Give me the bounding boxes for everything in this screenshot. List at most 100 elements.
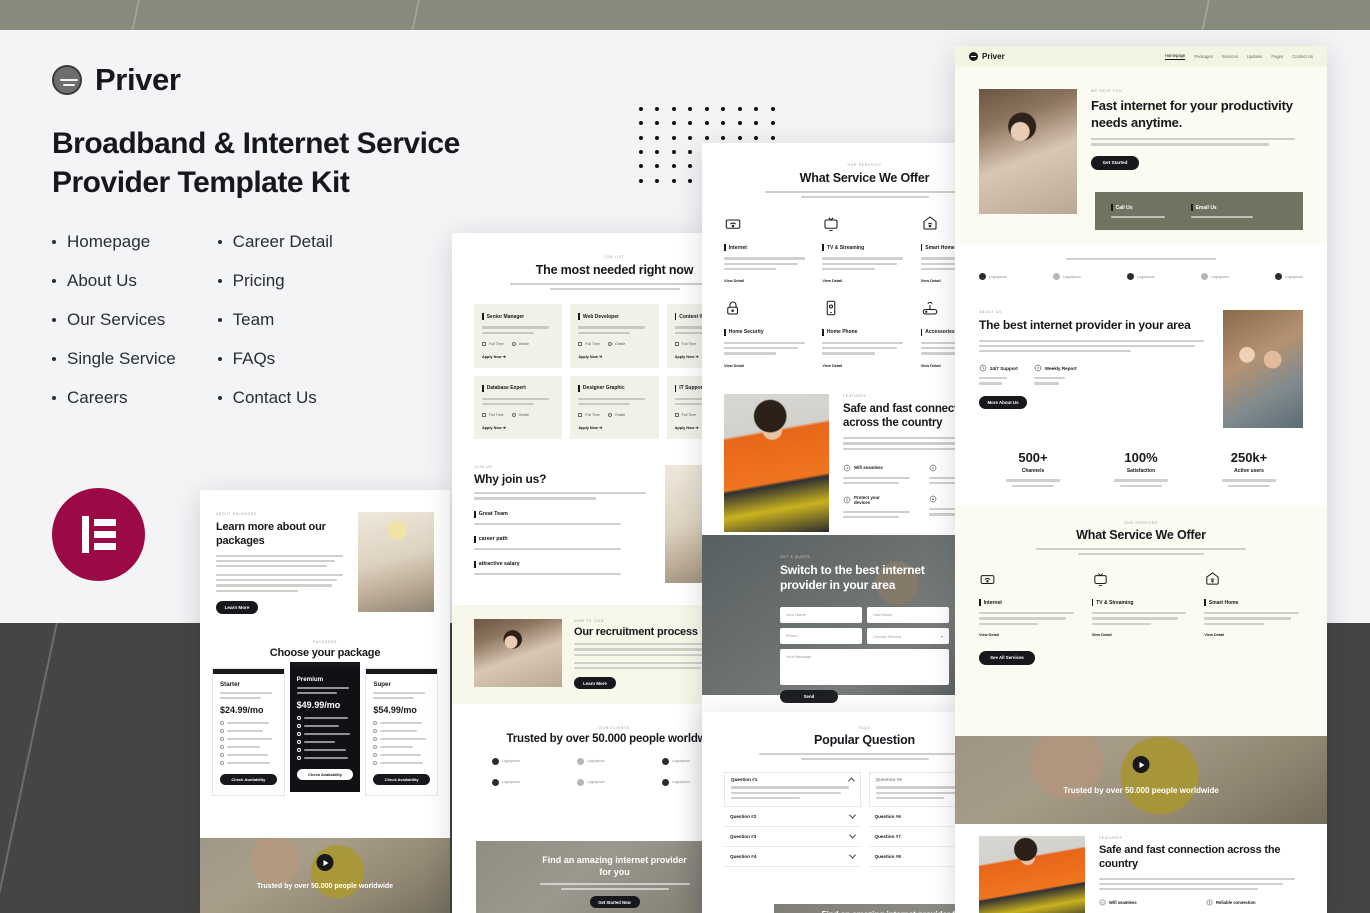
view-detail-link[interactable]: View Detail bbox=[724, 279, 808, 283]
nav-menu[interactable]: Homepage Packages Services Updates Pages… bbox=[1165, 53, 1313, 60]
apply-link[interactable]: Apply Now bbox=[578, 426, 598, 430]
more-about-us-button[interactable]: More About Us bbox=[979, 396, 1027, 409]
contact-label: Call Us bbox=[1116, 205, 1133, 211]
faq-item[interactable]: Question #2 bbox=[724, 807, 861, 827]
section-title: Choose your package bbox=[200, 647, 450, 659]
phone-input[interactable]: Phone bbox=[780, 628, 862, 644]
view-detail-link[interactable]: View Detail bbox=[724, 364, 808, 368]
body-copy bbox=[216, 555, 348, 568]
faq-question: Question #6 bbox=[875, 814, 901, 819]
apply-link[interactable]: Apply Now bbox=[675, 426, 695, 430]
bullet-icon bbox=[218, 357, 222, 361]
get-started-button[interactable]: Get Started bbox=[1091, 156, 1139, 170]
benefit-title: attractive salary bbox=[479, 561, 520, 567]
check-circle-icon bbox=[843, 464, 851, 472]
hero-title: Fast internet for your productivity need… bbox=[1091, 98, 1303, 131]
send-button[interactable]: Send bbox=[780, 690, 838, 703]
service-card[interactable]: Internet View Detail bbox=[979, 570, 1078, 637]
view-detail-link[interactable]: View Detail bbox=[822, 364, 906, 368]
apply-link[interactable]: Apply Now bbox=[482, 426, 502, 430]
video-section[interactable]: Trusted by over 50.000 people worldwide bbox=[955, 736, 1327, 824]
view-detail-link[interactable]: View Detail bbox=[1092, 633, 1191, 637]
eyebrow: GET A QUOTE bbox=[780, 555, 949, 559]
client-logo: Logoipsum bbox=[492, 779, 567, 786]
faq-item[interactable]: Question #4 bbox=[724, 847, 861, 867]
get-started-now-button[interactable]: Get Started Now bbox=[590, 896, 640, 908]
nav-item-packages[interactable]: Packages bbox=[1194, 54, 1212, 59]
hero-contact-strip: Call Us Email Us bbox=[1095, 192, 1303, 230]
poster-canvas: Priver Broadband & Internet Service Prov… bbox=[0, 0, 1370, 913]
chevron-down-icon[interactable] bbox=[848, 851, 855, 858]
nav-item-homepage[interactable]: Homepage bbox=[1165, 53, 1186, 60]
list-item: Our Services bbox=[52, 310, 176, 330]
bullet-icon bbox=[52, 279, 56, 283]
learn-more-button[interactable]: Learn More bbox=[574, 677, 616, 689]
template-page-list: Homepage About Us Our Services Single Se… bbox=[52, 232, 522, 408]
site-logo[interactable]: Priver bbox=[969, 52, 1005, 61]
pricing-card-premium[interactable]: Premium $49.99/mo Check Availability bbox=[290, 662, 361, 792]
chevron-down-icon[interactable] bbox=[848, 811, 855, 818]
support-icon bbox=[979, 364, 987, 372]
check-availability-button[interactable]: Check Availability bbox=[297, 769, 354, 780]
view-detail-link[interactable]: View Detail bbox=[1204, 633, 1303, 637]
job-type: Full Time bbox=[585, 342, 600, 346]
chevron-down-icon[interactable] bbox=[848, 831, 855, 838]
service-name: Internet bbox=[729, 245, 747, 251]
recruitment-photo bbox=[474, 619, 562, 687]
site-navbar[interactable]: Priver Homepage Packages Services Update… bbox=[955, 46, 1327, 67]
nav-item-services[interactable]: Services bbox=[1222, 54, 1238, 59]
list-item: Pricing bbox=[218, 271, 333, 291]
pricing-card-super[interactable]: Super $54.99/mo Check Availability bbox=[365, 668, 438, 796]
nav-item-updates[interactable]: Updates bbox=[1247, 54, 1263, 59]
learn-more-button[interactable]: Learn More bbox=[216, 601, 258, 614]
service-select[interactable]: Choose Service▾ bbox=[867, 628, 949, 644]
router-icon bbox=[921, 299, 939, 317]
service-card[interactable]: TV & Streaming View Detail bbox=[822, 214, 906, 283]
job-card[interactable]: Web Developer Full Time Onsite Apply Now… bbox=[570, 304, 658, 367]
bullet-icon bbox=[218, 318, 222, 322]
service-name: TV & Streaming bbox=[1096, 600, 1133, 606]
check-availability-button[interactable]: Check Availability bbox=[373, 774, 430, 785]
bullet-icon bbox=[52, 357, 56, 361]
view-detail-link[interactable]: View Detail bbox=[822, 279, 906, 283]
nav-item-pages[interactable]: Pages bbox=[1271, 54, 1283, 59]
service-card[interactable]: Smart Home View Detail bbox=[1204, 570, 1303, 637]
logoipsum-icon bbox=[1053, 273, 1060, 280]
first-name-input[interactable]: Your Name bbox=[780, 607, 862, 623]
wifi-router-icon bbox=[724, 214, 742, 232]
faq-item[interactable]: Question #3 bbox=[724, 827, 861, 847]
list-item: Single Service bbox=[52, 349, 176, 369]
mockup-pricing-page[interactable]: ABOUT PACKAGES Learn more about our pack… bbox=[200, 490, 450, 913]
eyebrow: FEATURES bbox=[1099, 836, 1303, 840]
features-photo bbox=[979, 836, 1085, 913]
client-logo: Logoipsum bbox=[1201, 273, 1229, 280]
apply-link[interactable]: Apply Now bbox=[675, 355, 695, 359]
video-section[interactable]: Trusted by over 50.000 people worldwide bbox=[200, 838, 450, 913]
last-name-input[interactable]: Last Name bbox=[867, 607, 949, 623]
mockup-homepage[interactable]: Priver Homepage Packages Services Update… bbox=[955, 46, 1327, 913]
chevron-up-icon[interactable] bbox=[847, 778, 854, 785]
service-card[interactable]: Home Security View Detail bbox=[724, 299, 808, 368]
logoipsum-icon bbox=[1127, 273, 1134, 280]
play-icon[interactable] bbox=[317, 854, 334, 871]
feature-name: Wifi seamless bbox=[1109, 900, 1137, 905]
view-detail-link[interactable]: View Detail bbox=[979, 633, 1078, 637]
list-item: Team bbox=[218, 310, 333, 330]
job-mode: Onsite bbox=[615, 342, 625, 346]
wifi-check-icon bbox=[1099, 899, 1106, 906]
see-all-services-button[interactable]: See All Services bbox=[979, 651, 1035, 665]
service-card[interactable]: Home Phone View Detail bbox=[822, 299, 906, 368]
faq-question: Question #7 bbox=[875, 834, 901, 839]
check-availability-button[interactable]: Check Availability bbox=[220, 774, 277, 785]
message-textarea[interactable]: Your Message bbox=[780, 649, 949, 685]
service-card[interactable]: TV & Streaming View Detail bbox=[1092, 570, 1191, 637]
service-card[interactable]: Internet View Detail bbox=[724, 214, 808, 283]
eyebrow: WE HELP YOU bbox=[1091, 89, 1303, 93]
faq-item[interactable]: Question #1 bbox=[724, 772, 861, 807]
apply-link[interactable]: Apply Now bbox=[578, 355, 598, 359]
nav-item-contact-us[interactable]: Contact Us bbox=[1292, 54, 1313, 59]
faq-question: Question #1 bbox=[731, 777, 757, 782]
pricing-card-starter[interactable]: Starter $24.99/mo Check Availability bbox=[212, 668, 285, 796]
play-icon[interactable] bbox=[1133, 756, 1150, 773]
job-card[interactable]: Designer Graphic Full Time Onsite Apply … bbox=[570, 376, 658, 439]
